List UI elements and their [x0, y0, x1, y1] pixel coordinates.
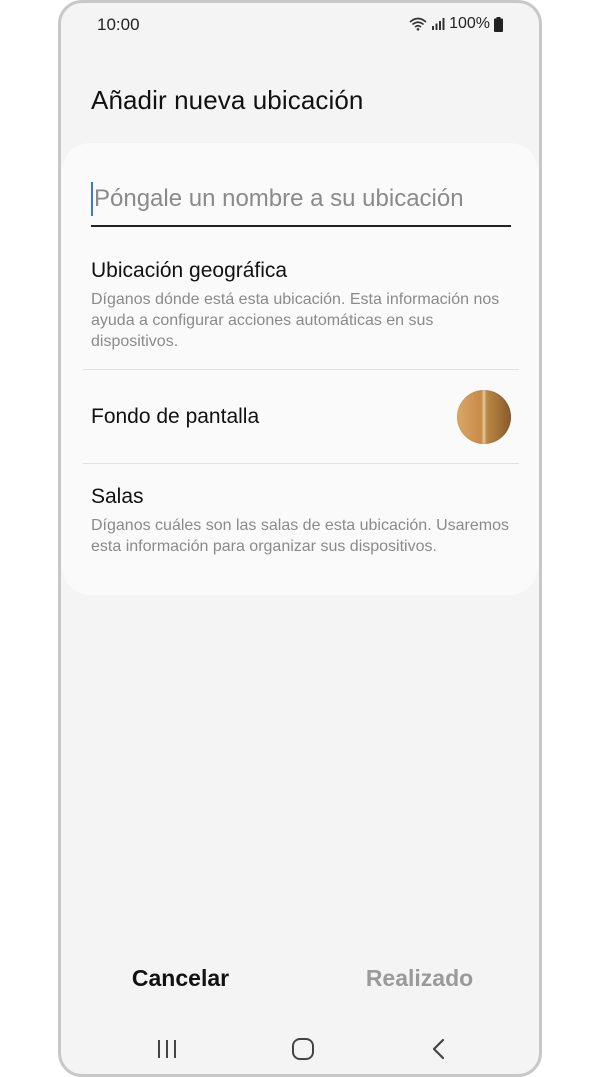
divider — [83, 369, 519, 370]
location-name-input[interactable] — [94, 185, 504, 213]
wallpaper-title: Fondo de pantalla — [91, 405, 260, 428]
wallpaper-item[interactable]: Fondo de pantalla — [91, 387, 511, 447]
cancel-button[interactable]: Cancelar — [61, 958, 300, 998]
back-icon[interactable] — [419, 1035, 459, 1063]
location-name-field[interactable] — [91, 173, 511, 227]
geo-location-item[interactable]: Ubicación geográfica Díganos dónde está … — [91, 259, 511, 352]
geo-location-title: Ubicación geográfica — [91, 259, 288, 282]
page-title: Añadir nueva ubicación — [91, 85, 364, 115]
divider — [83, 463, 519, 464]
status-icons: 100% — [409, 15, 503, 33]
navigation-bar — [61, 1029, 539, 1069]
text-cursor — [91, 182, 93, 216]
wallpaper-thumbnail[interactable] — [457, 390, 511, 444]
rooms-item[interactable]: Salas Díganos cuáles son las salas de es… — [91, 485, 511, 557]
status-bar: 10:00 100% — [61, 3, 539, 43]
settings-card: Ubicación geográfica Díganos dónde está … — [61, 143, 539, 595]
action-bar: Cancelar Realizado — [61, 958, 539, 998]
rooms-description: Díganos cuáles son las salas de esta ubi… — [91, 517, 509, 555]
geo-location-description: Díganos dónde está esta ubicación. Esta … — [91, 291, 500, 350]
done-button[interactable]: Realizado — [300, 958, 539, 998]
signal-icon — [431, 17, 445, 31]
status-time: 10:00 — [97, 15, 140, 34]
battery-percent: 100% — [449, 15, 490, 32]
battery-icon — [494, 16, 503, 32]
home-icon[interactable] — [283, 1035, 323, 1063]
phone-frame: 10:00 100% Añadir nueva ubicación Póngal… — [58, 0, 542, 1077]
wifi-icon — [409, 17, 427, 31]
rooms-title: Salas — [91, 485, 144, 508]
recent-apps-icon[interactable] — [147, 1035, 187, 1063]
